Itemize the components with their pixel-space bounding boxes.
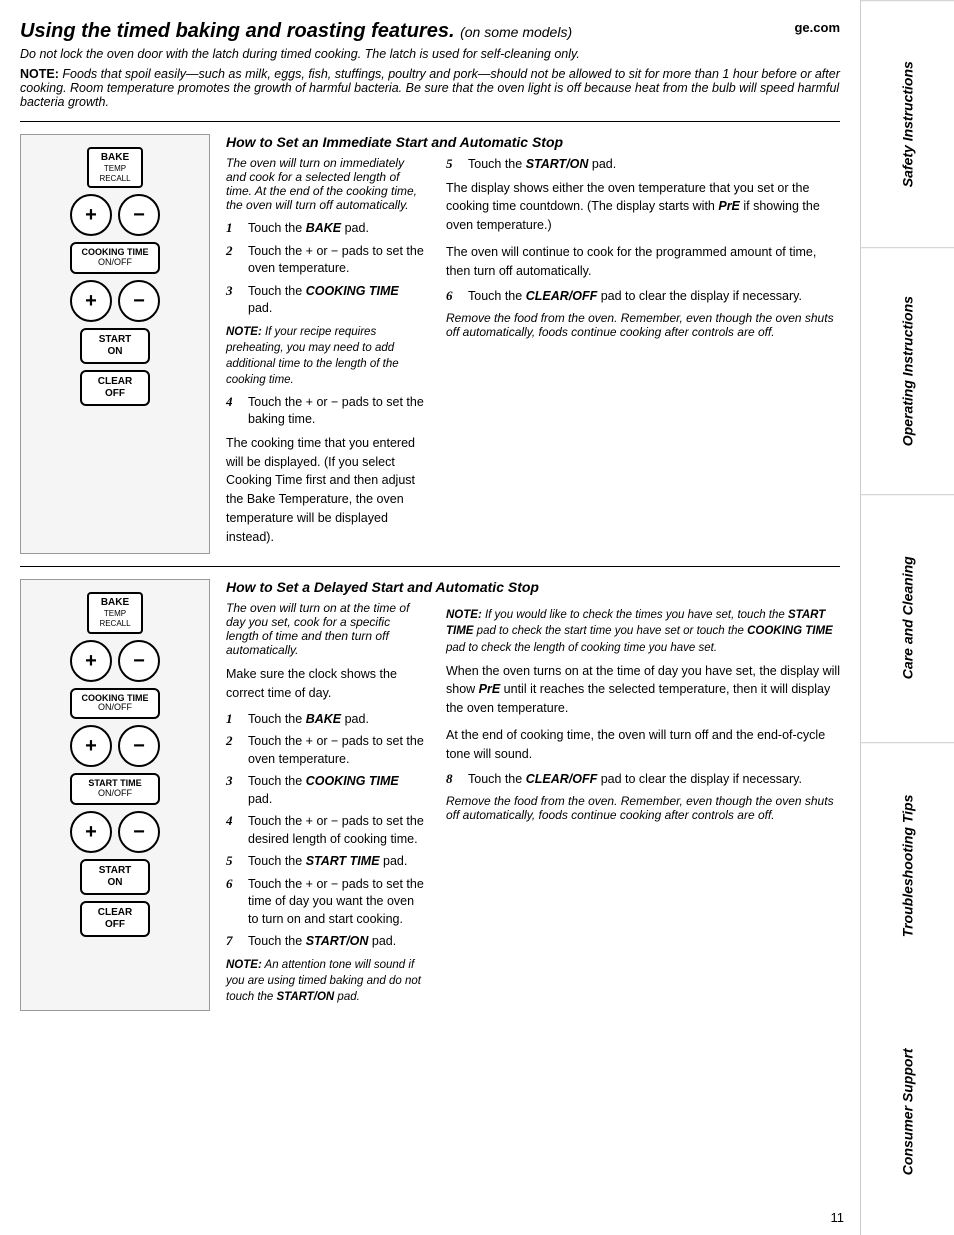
step4-s1: 4 Touch the + or − pads to set the bakin… [226, 394, 426, 429]
step2-s2: 2 Touch the + or − pads to set the oven … [226, 733, 426, 768]
section2-controls: BAKE TEMPRECALL + − COOKING TIME ON/OFF … [20, 579, 210, 1011]
section1-intro: The oven will turn on immediately and co… [226, 156, 426, 212]
step5-s1: 5 Touch the START/ON pad. [446, 156, 840, 174]
step3-s2: 3 Touch the COOKING TIME pad. [226, 773, 426, 808]
bake-button-s2[interactable]: BAKE TEMPRECALL [87, 592, 142, 633]
step2-s1: 2 Touch the + or − pads to set the oven … [226, 243, 426, 278]
main-content: Using the timed baking and roasting feat… [0, 0, 860, 1041]
minus-button2-s1[interactable]: − [118, 280, 160, 322]
intro-note: NOTE: Foods that spoil easily—such as mi… [20, 67, 840, 109]
footer-s2: Remove the food from the oven. Remember,… [446, 794, 840, 822]
start-time-button-s2[interactable]: START TIME ON/OFF [70, 773, 160, 805]
section1-instructions: How to Set an Immediate Start and Automa… [210, 134, 840, 554]
page-number: 11 [831, 1210, 845, 1225]
section2-steps-right: NOTE: If you would like to check the tim… [446, 601, 840, 1011]
page-header: Using the timed baking and roasting feat… [20, 20, 840, 43]
section1-steps-left: The oven will turn on immediately and co… [226, 156, 426, 554]
sidebar-troubleshooting: Troubleshooting Tips [861, 742, 954, 989]
start-button-s1[interactable]: START ON [80, 328, 150, 364]
bake-sub-s2: TEMPRECALL [99, 609, 130, 628]
plus-button2-s1[interactable]: + [70, 280, 112, 322]
plus-minus-row3-s2: + − [70, 811, 160, 853]
minus-button3-s2[interactable]: − [118, 811, 160, 853]
plus-minus-row2-s2: + − [70, 725, 160, 767]
minus-button2-s2[interactable]: − [118, 725, 160, 767]
plus-button2-s2[interactable]: + [70, 725, 112, 767]
step6-s2: 6 Touch the + or − pads to set the time … [226, 876, 426, 929]
cooking-time-button-s1[interactable]: COOKING TIME ON/OFF [70, 242, 160, 274]
footer-s1: Remove the food from the oven. Remember,… [446, 311, 840, 339]
step8-s2: 8 Touch the CLEAR/OFF pad to clear the d… [446, 771, 840, 789]
clear-button-s1[interactable]: CLEAR OFF [80, 370, 150, 406]
body-right2-s1: The oven will continue to cook for the p… [446, 243, 840, 281]
website-link: ge.com [794, 20, 840, 35]
minus-button-s2[interactable]: − [118, 640, 160, 682]
section2-heading: How to Set a Delayed Start and Automatic… [226, 579, 840, 595]
section1-controls: BAKE TEMPRECALL + − COOKING TIME ON/OFF … [20, 134, 210, 554]
sidebar-operating: Operating Instructions [861, 247, 954, 494]
note-label: NOTE: [20, 67, 59, 81]
step4-s2: 4 Touch the + or − pads to set the desir… [226, 813, 426, 848]
note-right-s2: NOTE: If you would like to check the tim… [446, 607, 840, 655]
body-right1-s1: The display shows either the oven temper… [446, 179, 840, 235]
step1-s1: 1 Touch the BAKE pad. [226, 220, 426, 238]
note-bottom-s2: NOTE: An attention tone will sound if yo… [226, 957, 426, 1005]
warning-text: Do not lock the oven door with the latch… [20, 47, 840, 61]
plus-minus-row1-s1: + − [70, 194, 160, 236]
start-button-s2[interactable]: START ON [80, 859, 150, 895]
sidebar-consumer: Consumer Support [861, 989, 954, 1235]
section1-container: BAKE TEMPRECALL + − COOKING TIME ON/OFF … [20, 134, 840, 554]
section-divider-mid [20, 566, 840, 567]
section1-steps-right: 5 Touch the START/ON pad. The display sh… [446, 156, 840, 554]
section2-lead: Make sure the clock shows the correct ti… [226, 665, 426, 703]
section2-container: BAKE TEMPRECALL + − COOKING TIME ON/OFF … [20, 579, 840, 1011]
step5-s2: 5 Touch the START TIME pad. [226, 853, 426, 871]
title-text: Using the timed baking and roasting feat… [20, 20, 572, 42]
body1-s1: The cooking time that you entered will b… [226, 434, 426, 547]
minus-button-s1[interactable]: − [118, 194, 160, 236]
section1-heading: How to Set an Immediate Start and Automa… [226, 134, 840, 150]
body-right2-s2: At the end of cooking time, the oven wil… [446, 726, 840, 764]
note-body: Foods that spoil easily—such as milk, eg… [20, 67, 840, 109]
step1-s2: 1 Touch the BAKE pad. [226, 711, 426, 729]
body-right1-s2: When the oven turns on at the time of da… [446, 662, 840, 718]
plus-minus-row1-s2: + − [70, 640, 160, 682]
step3-s1: 3 Touch the COOKING TIME pad. [226, 283, 426, 318]
plus-minus-row2-s1: + − [70, 280, 160, 322]
bake-sub-s1: TEMPRECALL [99, 164, 130, 183]
cooking-time-button-s2[interactable]: COOKING TIME ON/OFF [70, 688, 160, 720]
step6-s1: 6 Touch the CLEAR/OFF pad to clear the d… [446, 288, 840, 306]
note-middle-s1: NOTE: If your recipe requires preheating… [226, 324, 426, 388]
plus-button3-s2[interactable]: + [70, 811, 112, 853]
section2-intro: The oven will turn on at the time of day… [226, 601, 426, 657]
plus-button-s2[interactable]: + [70, 640, 112, 682]
section2-steps-left: The oven will turn on at the time of day… [226, 601, 426, 1011]
bake-button-s1[interactable]: BAKE TEMPRECALL [87, 147, 142, 188]
right-sidebar: Safety Instructions Operating Instructio… [860, 0, 954, 1235]
section2-steps-cols: The oven will turn on at the time of day… [226, 601, 840, 1011]
section2-instructions: How to Set a Delayed Start and Automatic… [210, 579, 840, 1011]
sidebar-care: Care and Cleaning [861, 494, 954, 741]
section-divider-top [20, 121, 840, 122]
plus-button-s1[interactable]: + [70, 194, 112, 236]
section1-steps-cols: The oven will turn on immediately and co… [226, 156, 840, 554]
step7-s2: 7 Touch the START/ON pad. [226, 933, 426, 951]
clear-button-s2[interactable]: CLEAR OFF [80, 901, 150, 937]
sidebar-safety: Safety Instructions [861, 0, 954, 247]
page-title: Using the timed baking and roasting feat… [20, 20, 572, 43]
